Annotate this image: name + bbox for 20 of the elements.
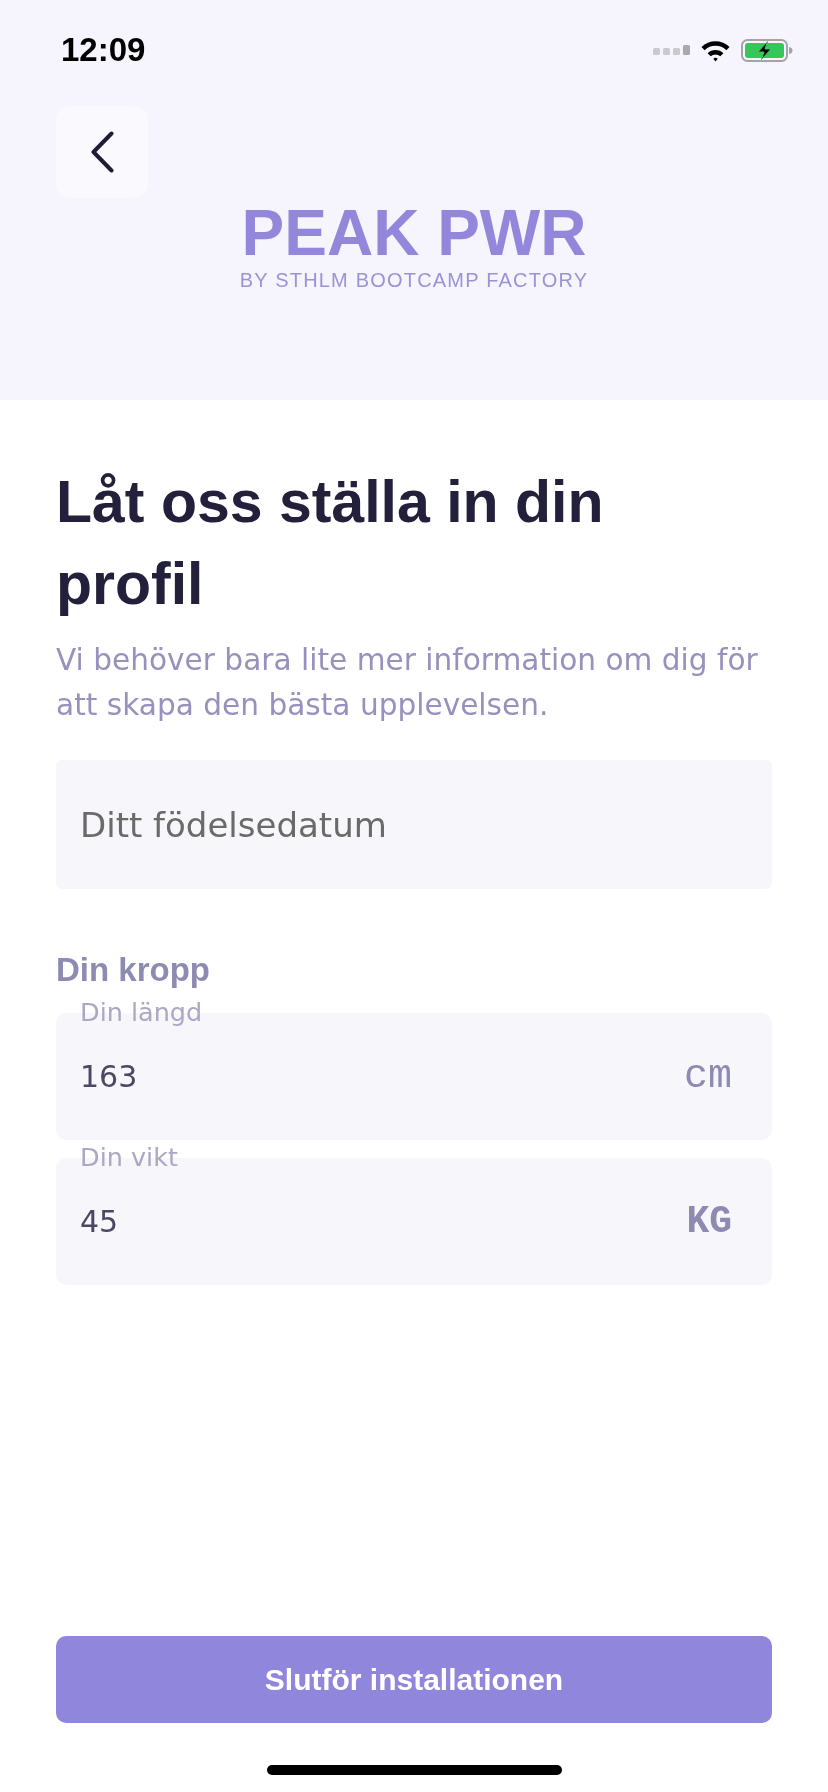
page-subtitle: Vi behöver bara lite mer information om dig för att skapa den bästa upplevelsen. bbox=[56, 642, 759, 724]
birthdate-field[interactable]: Ditt födelsedatum bbox=[56, 760, 772, 889]
value-input[interactable]: 163 bbox=[80, 1058, 684, 1095]
battery-charging-icon bbox=[741, 38, 793, 62]
unit-label: KG bbox=[686, 1202, 732, 1241]
measurement-field[interactable]: Din längd 163 cm bbox=[56, 997, 772, 1140]
wifi-icon bbox=[700, 38, 731, 62]
logo-wordmark: PEAK PWR bbox=[241, 207, 587, 259]
status-time: 12:09 bbox=[61, 32, 146, 68]
field-label: Din vikt bbox=[80, 1142, 178, 1172]
measurement-field[interactable]: Din vikt 45 KG bbox=[56, 1142, 772, 1285]
signal-icon bbox=[653, 44, 690, 56]
back-button[interactable] bbox=[56, 106, 148, 198]
section-heading: Din kropp bbox=[56, 950, 211, 990]
page-title: Låt oss ställa in din profil bbox=[56, 468, 605, 619]
back-chevron-icon bbox=[89, 131, 115, 173]
logo-tagline: BY STHLM BOOTCAMP FACTORY bbox=[239, 268, 589, 292]
value-input[interactable]: 45 bbox=[80, 1203, 687, 1240]
unit-label: cm bbox=[684, 1056, 732, 1097]
field-label: Din längd bbox=[80, 997, 203, 1027]
